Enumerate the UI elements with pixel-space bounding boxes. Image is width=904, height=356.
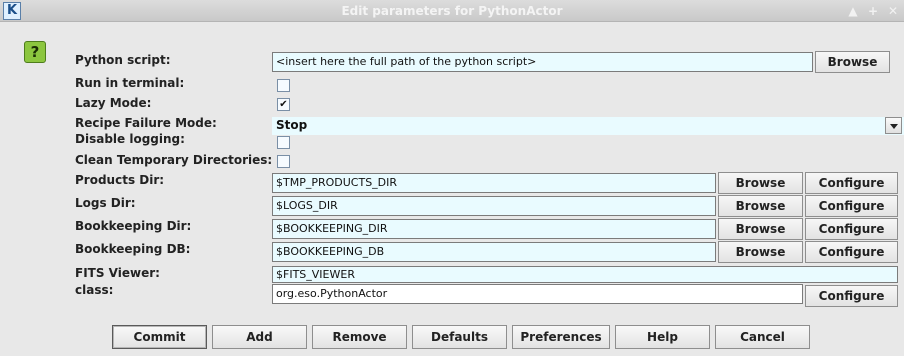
title-bar: K Edit parameters for PythonActor ▲ + ✕ (0, 0, 904, 22)
bookkeeping-dir-label: Bookkeeping Dir: (75, 219, 192, 233)
logs-dir-browse-button[interactable]: Browse (718, 195, 803, 217)
run-in-terminal-checkbox[interactable] (277, 79, 290, 92)
add-button[interactable]: Add (212, 325, 307, 349)
recipe-failure-mode-label: Recipe Failure Mode: (75, 116, 217, 130)
bookkeeping-db-label: Bookkeeping DB: (75, 242, 191, 256)
recipe-failure-mode-select[interactable] (272, 117, 904, 135)
bookkeeping-db-field[interactable]: $BOOKKEEPING_DB (272, 242, 716, 262)
clean-temp-dirs-label: Clean Temporary Directories: (75, 153, 273, 167)
products-dir-configure-button[interactable]: Configure (805, 172, 898, 194)
cancel-button[interactable]: Cancel (715, 325, 810, 349)
defaults-button[interactable]: Defaults (412, 325, 507, 349)
window-controls: ▲ + ✕ (846, 3, 900, 19)
bookkeeping-dir-configure-button[interactable]: Configure (805, 218, 898, 240)
logs-dir-field[interactable]: $LOGS_DIR (272, 196, 716, 216)
fits-viewer-field[interactable]: $FITS_VIEWER (272, 266, 898, 283)
class-configure-button[interactable]: Configure (805, 285, 898, 307)
dialog-content: ? Python script: <insert here the full p… (0, 22, 904, 356)
bookkeeping-db-configure-button[interactable]: Configure (805, 241, 898, 263)
logs-dir-configure-button[interactable]: Configure (805, 195, 898, 217)
disable-logging-checkbox[interactable] (277, 136, 290, 149)
disable-logging-label: Disable logging: (75, 132, 185, 146)
recipe-failure-mode-value: Stop (276, 118, 308, 132)
clean-temp-dirs-checkbox[interactable] (277, 155, 290, 168)
fits-viewer-label: FITS Viewer: (75, 266, 160, 280)
logs-dir-label: Logs Dir: (75, 196, 136, 210)
close-icon[interactable]: ✕ (886, 3, 900, 19)
help-icon[interactable]: ? (24, 41, 46, 63)
maximize-icon[interactable]: ▲ (846, 3, 860, 19)
dropdown-arrow-icon[interactable] (885, 117, 902, 134)
products-dir-field[interactable]: $TMP_PRODUCTS_DIR (272, 173, 716, 193)
class-label: class: (75, 283, 114, 297)
bookkeeping-dir-browse-button[interactable]: Browse (718, 218, 803, 240)
class-field[interactable]: org.eso.PythonActor (272, 284, 803, 304)
bookkeeping-db-browse-button[interactable]: Browse (718, 241, 803, 263)
help-button[interactable]: Help (615, 325, 710, 349)
products-dir-label: Products Dir: (75, 173, 165, 187)
products-dir-browse-button[interactable]: Browse (718, 172, 803, 194)
remove-button[interactable]: Remove (312, 325, 407, 349)
run-in-terminal-label: Run in terminal: (75, 76, 185, 90)
plus-icon[interactable]: + (866, 3, 880, 19)
preferences-button[interactable]: Preferences (512, 325, 610, 349)
python-script-browse-button[interactable]: Browse (815, 51, 890, 73)
window-title: Edit parameters for PythonActor (341, 4, 563, 18)
commit-button[interactable]: Commit (112, 325, 207, 349)
python-script-field[interactable]: <insert here the full path of the python… (272, 52, 813, 72)
python-script-label: Python script: (75, 53, 171, 67)
bookkeeping-dir-field[interactable]: $BOOKKEEPING_DIR (272, 219, 716, 239)
lazy-mode-checkbox[interactable]: ✔ (277, 98, 290, 111)
lazy-mode-label: Lazy Mode: (75, 96, 152, 110)
